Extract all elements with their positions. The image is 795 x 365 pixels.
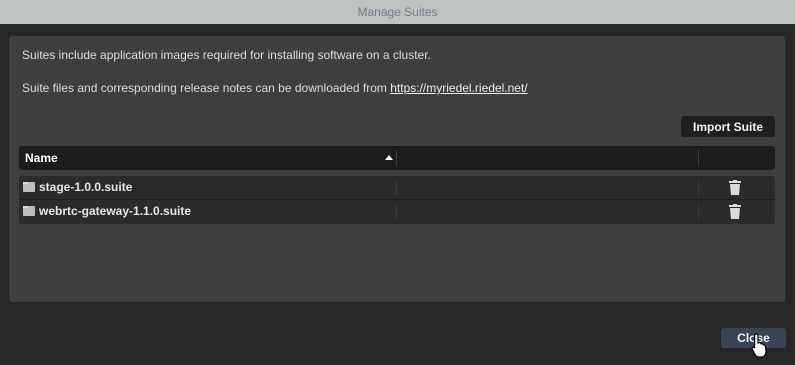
column-divider[interactable]: [396, 150, 397, 166]
info-text-download: Suite files and corresponding release no…: [22, 81, 528, 95]
file-icon: [23, 182, 35, 192]
info-text-download-prefix: Suite files and corresponding release no…: [22, 81, 391, 95]
info-text-suites: Suites include application images requir…: [22, 48, 431, 62]
suite-name-cell: stage-1.0.0.suite: [39, 180, 133, 194]
table-row[interactable]: stage-1.0.0.suite: [19, 176, 775, 200]
dialog-titlebar: Manage Suites: [0, 0, 795, 24]
content-panel: Suites include application images requir…: [9, 36, 785, 302]
column-header-name[interactable]: Name: [25, 146, 58, 170]
column-divider: [396, 204, 397, 220]
manage-suites-dialog: Manage Suites Suites include application…: [0, 0, 795, 365]
table-header: Name: [19, 146, 775, 170]
table-row[interactable]: webrtc-gateway-1.1.0.suite: [19, 200, 775, 223]
file-icon: [23, 206, 35, 216]
hand-pointer-icon: [751, 333, 767, 358]
download-link[interactable]: https://myriedel.riedel.net/: [390, 81, 527, 95]
trash-icon[interactable]: [728, 204, 742, 219]
dialog-title: Manage Suites: [357, 5, 438, 19]
column-divider: [396, 180, 397, 196]
column-divider[interactable]: [698, 150, 699, 166]
suite-name-cell: webrtc-gateway-1.1.0.suite: [39, 204, 192, 218]
column-divider: [698, 204, 699, 220]
column-divider: [698, 180, 699, 196]
trash-icon[interactable]: [728, 180, 742, 195]
import-suite-button[interactable]: Import Suite: [681, 116, 775, 137]
suites-table-body: stage-1.0.0.suite webrtc-gateway-1.1.0.s…: [19, 176, 775, 224]
sort-ascending-icon[interactable]: [385, 155, 393, 160]
